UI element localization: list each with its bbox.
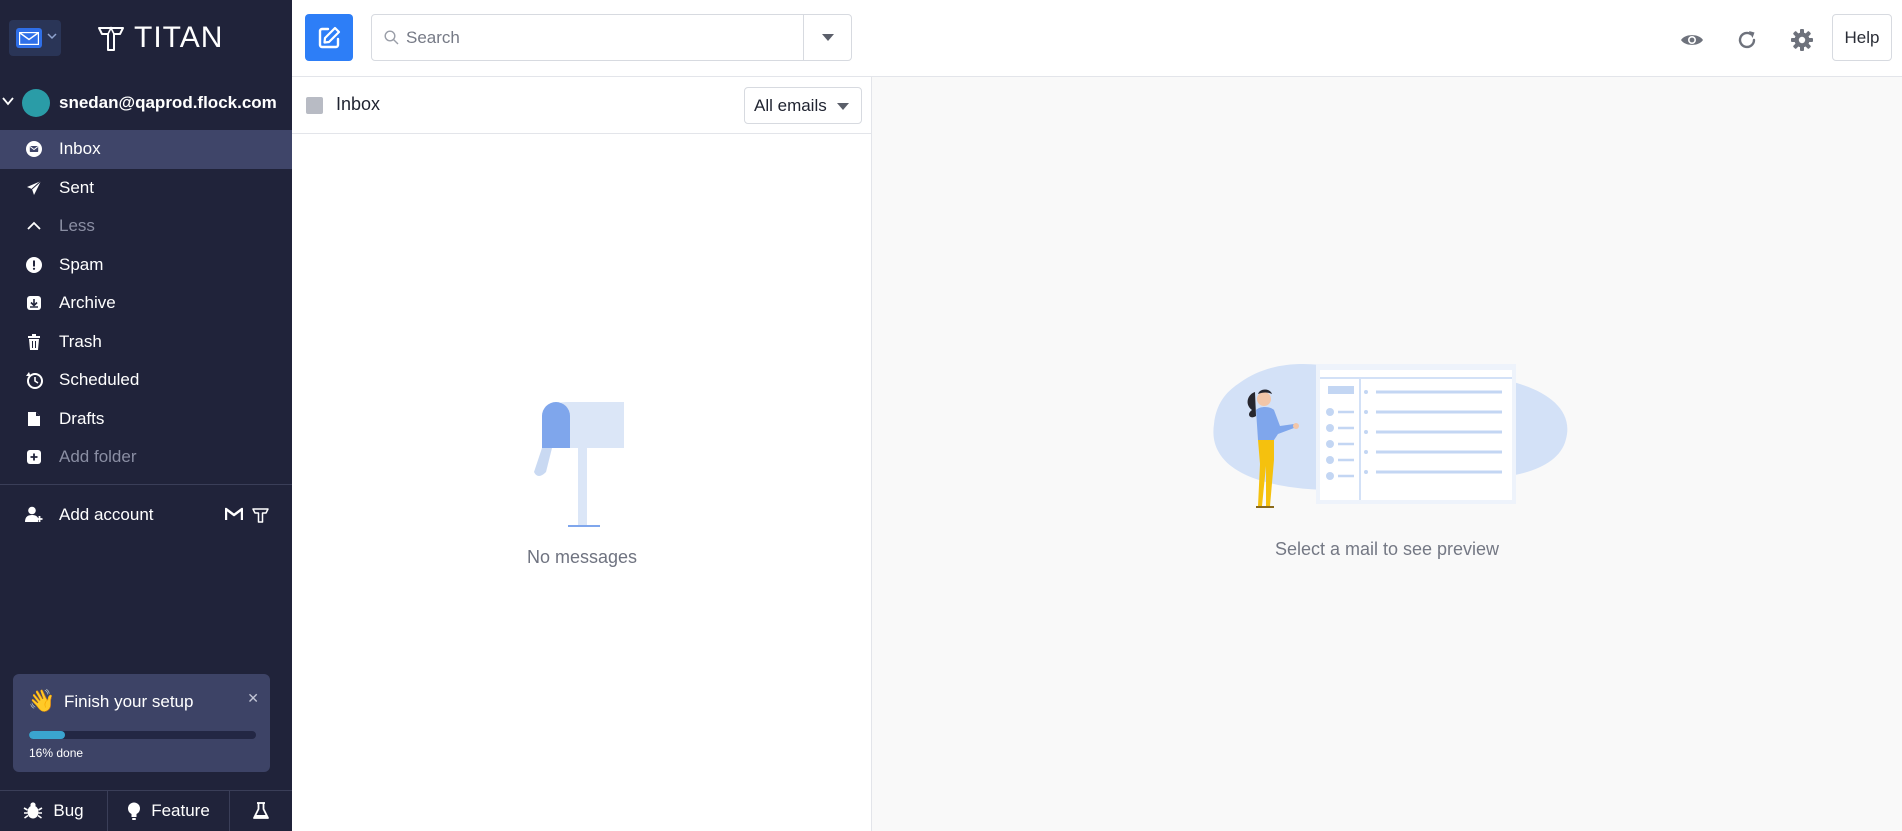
mail-app-icon [16, 28, 42, 48]
send-icon [25, 179, 43, 197]
sidebar-item-scheduled[interactable]: Scheduled [0, 361, 292, 400]
add-account-button[interactable]: Add account [0, 496, 292, 534]
archive-icon [25, 294, 43, 312]
titan-icon[interactable] [252, 507, 269, 523]
alert-icon [25, 256, 43, 274]
brand-bar: TITAN [0, 0, 292, 76]
sidebar-item-label: Inbox [59, 139, 101, 159]
add-account-label: Add account [59, 505, 154, 524]
setup-progress-fill [29, 731, 66, 739]
sidebar-item-inbox[interactable]: Inbox [0, 130, 292, 169]
compose-button[interactable] [305, 14, 353, 61]
compose-icon [318, 26, 341, 48]
feature-button[interactable]: Feature [108, 791, 230, 831]
chevron-down-icon [47, 33, 57, 40]
empty-list-message: No messages [526, 547, 638, 567]
sidebar-item-label: Add folder [59, 447, 137, 467]
sidebar-item-drafts[interactable]: Drafts [0, 400, 292, 439]
sidebar-item-archive[interactable]: Archive [0, 284, 292, 323]
gear-icon[interactable] [1790, 28, 1814, 52]
sidebar-item-label: Drafts [59, 408, 105, 428]
caret-down-icon [837, 103, 849, 110]
help-button[interactable]: Help [1832, 14, 1892, 61]
sidebar-item-label: Spam [59, 254, 104, 274]
sidebar-item-sent[interactable]: Sent [0, 169, 292, 208]
chevron-up-icon [25, 217, 43, 235]
scheduled-icon [25, 371, 43, 390]
sidebar: TITAN snedan@qaprod.flock.com Inbox Sent… [0, 0, 292, 831]
lightbulb-icon [128, 802, 141, 820]
labs-button[interactable] [230, 791, 292, 831]
avatar [22, 89, 50, 117]
sidebar-divider [0, 484, 292, 485]
setup-card[interactable]: 👋 Finish your setup ✕ 16% done [13, 674, 270, 772]
wave-icon: 👋 [28, 688, 56, 713]
flask-icon [253, 802, 269, 819]
feature-label: Feature [151, 801, 210, 820]
titan-logo: TITAN [96, 21, 223, 55]
bug-icon [23, 802, 43, 819]
preview-placeholder-message: Select a mail to see preview [1274, 539, 1500, 559]
gmail-icon[interactable] [225, 507, 243, 521]
search-input[interactable] [406, 25, 786, 51]
sidebar-item-label: Less [59, 216, 95, 236]
preview-pane: Select a mail to see preview [872, 77, 1902, 831]
folder-nav: Inbox Sent Less Spam Archive Trash Sched… [0, 130, 292, 477]
feedback-bar: Bug Feature [0, 790, 292, 831]
sidebar-item-spam[interactable]: Spam [0, 246, 292, 285]
bug-button[interactable]: Bug [0, 791, 108, 831]
preview-illustration [1213, 364, 1568, 508]
empty-mailbox-illustration [534, 402, 624, 527]
sidebar-item-label: Scheduled [59, 370, 140, 390]
message-list-pane: Inbox All emails No messages [292, 77, 872, 831]
list-header: Inbox All emails [292, 77, 872, 134]
eye-icon[interactable] [1680, 28, 1704, 52]
top-toolbar: Help [292, 0, 1902, 77]
close-icon[interactable]: ✕ [247, 690, 259, 707]
sidebar-item-less[interactable]: Less [0, 207, 292, 246]
sidebar-item-trash[interactable]: Trash [0, 323, 292, 362]
sidebar-item-label: Sent [59, 177, 94, 197]
titan-logo-icon [98, 26, 124, 51]
add-folder-icon [25, 448, 43, 466]
email-filter-select[interactable]: All emails [744, 87, 862, 124]
chevron-down-icon [2, 97, 14, 106]
setup-title: Finish your setup [64, 692, 194, 711]
caret-down-icon [821, 34, 834, 41]
search-icon [384, 30, 399, 45]
sidebar-item-label: Archive [59, 293, 116, 313]
search-box[interactable] [371, 14, 852, 61]
refresh-icon[interactable] [1735, 28, 1759, 52]
logo-text: TITAN [134, 21, 224, 54]
select-all-checkbox[interactable] [306, 97, 323, 114]
trash-icon [25, 333, 43, 351]
sidebar-item-add-folder[interactable]: Add folder [0, 438, 292, 477]
drafts-icon [25, 410, 43, 428]
setup-progress-bar [29, 731, 256, 739]
folder-title: Inbox [336, 94, 381, 114]
account-header[interactable]: snedan@qaprod.flock.com [0, 86, 292, 120]
account-email: snedan@qaprod.flock.com [59, 93, 277, 112]
inbox-icon [25, 140, 43, 158]
bug-label: Bug [53, 801, 84, 820]
setup-progress-label: 16% done [29, 746, 84, 760]
app-switcher[interactable] [9, 20, 61, 56]
search-options-dropdown[interactable] [803, 15, 851, 60]
sidebar-item-label: Trash [59, 331, 102, 351]
filter-label: All emails [754, 95, 827, 115]
add-user-icon [25, 506, 43, 522]
